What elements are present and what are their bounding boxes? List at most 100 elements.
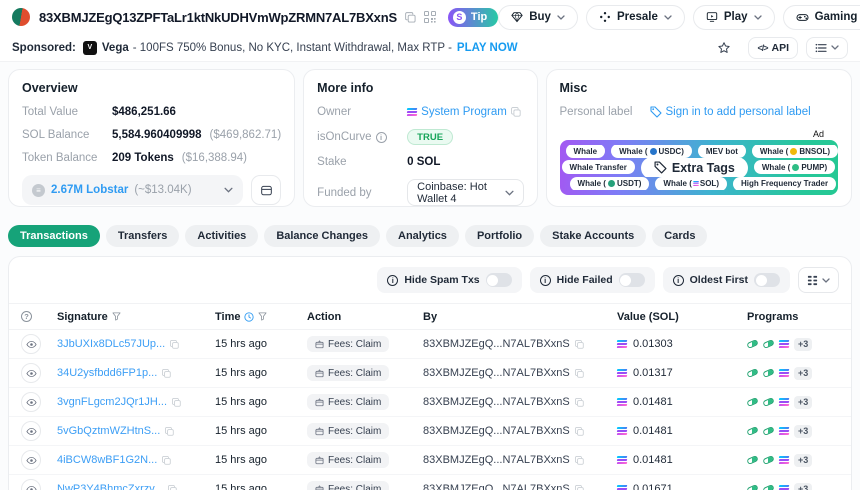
owner-link[interactable]: System Program bbox=[421, 106, 507, 118]
preview-eye-button[interactable] bbox=[21, 334, 41, 354]
preview-eye-button[interactable] bbox=[21, 363, 41, 383]
copy-by-icon[interactable] bbox=[575, 398, 584, 407]
tab-transfers[interactable]: Transfers bbox=[106, 225, 180, 247]
copy-signature-icon[interactable] bbox=[168, 485, 177, 490]
program-capsule-icon[interactable] bbox=[746, 339, 758, 349]
program-capsule-icon[interactable] bbox=[762, 484, 774, 490]
copy-signature-icon[interactable] bbox=[162, 456, 171, 465]
toggle-switch[interactable] bbox=[486, 273, 512, 287]
signature-link[interactable]: 3vgnFLgcm2JQr1JH... bbox=[57, 396, 167, 408]
tab-transactions[interactable]: Transactions bbox=[8, 225, 100, 247]
signature-link[interactable]: 3JbUXIx8DLc57JUp... bbox=[57, 338, 165, 350]
extra-tags-ad-banner[interactable]: WhaleWhale (USDC)MEV botWhale (BNSOL)Wha… bbox=[560, 140, 838, 195]
transaction-row: 34U2ysfbdd6FP1p... 15 hrs ago Fees: Clai… bbox=[9, 359, 851, 388]
solana-program-icon[interactable] bbox=[779, 398, 789, 407]
nav-gaming-button[interactable]: Gaming bbox=[783, 5, 860, 30]
copy-signature-icon[interactable] bbox=[170, 340, 179, 349]
by-address[interactable]: 83XBMJZEgQ...N7AL7BXxnS bbox=[423, 396, 570, 408]
copy-by-icon[interactable] bbox=[575, 340, 584, 349]
qr-code-icon[interactable] bbox=[424, 11, 436, 23]
signature-link[interactable]: 4iBCW8wBF1G2N... bbox=[57, 454, 157, 466]
tag-icon bbox=[654, 161, 667, 174]
col-action: Action bbox=[307, 311, 423, 323]
view-options-button[interactable] bbox=[806, 37, 848, 59]
more-programs-badge: +3 bbox=[794, 367, 812, 380]
by-address[interactable]: 83XBMJZEgQ...N7AL7BXxnS bbox=[423, 425, 570, 437]
signature-link[interactable]: 5vGbQztmWZHtnS... bbox=[57, 425, 160, 437]
solana-bars-icon bbox=[407, 108, 417, 117]
gamepad-icon bbox=[796, 11, 809, 24]
preview-eye-button[interactable] bbox=[21, 392, 41, 412]
view-portfolio-button[interactable] bbox=[251, 175, 281, 205]
copy-signature-icon[interactable] bbox=[162, 369, 171, 378]
solana-program-icon[interactable] bbox=[779, 340, 789, 349]
solana-bars-icon bbox=[617, 427, 627, 436]
toggle-switch[interactable] bbox=[619, 273, 645, 287]
play-now-link[interactable]: PLAY NOW bbox=[457, 42, 518, 54]
solana-program-icon[interactable] bbox=[779, 456, 789, 465]
ad-tag-pill: Whale (SOL) bbox=[655, 177, 727, 190]
value-sol: 0.01481 bbox=[633, 396, 673, 408]
table-settings-button[interactable] bbox=[798, 267, 839, 293]
sol-balance: 5,584.960409998 bbox=[112, 129, 202, 141]
filter-oldest-first: i Oldest First bbox=[663, 267, 790, 293]
toggle-switch[interactable] bbox=[754, 273, 780, 287]
ad-tag-pill: Whale (USDT) bbox=[570, 177, 650, 190]
copy-signature-icon[interactable] bbox=[165, 427, 174, 436]
by-address[interactable]: 83XBMJZEgQ...N7AL7BXxnS bbox=[423, 367, 570, 379]
program-capsule-icon[interactable] bbox=[746, 397, 758, 407]
value-sol: 0.01303 bbox=[633, 338, 673, 350]
program-capsule-icon[interactable] bbox=[762, 455, 774, 465]
program-capsule-icon[interactable] bbox=[762, 397, 774, 407]
overview-card: Overview Total Value $486,251.66 SOL Bal… bbox=[8, 69, 295, 207]
by-address[interactable]: 83XBMJZEgQ...N7AL7BXxnS bbox=[423, 338, 570, 350]
copy-by-icon[interactable] bbox=[575, 369, 584, 378]
program-capsule-icon[interactable] bbox=[762, 339, 774, 349]
program-capsule-icon[interactable] bbox=[746, 484, 758, 490]
program-capsule-icon[interactable] bbox=[746, 455, 758, 465]
filter-funnel-icon[interactable] bbox=[112, 312, 121, 321]
preview-eye-button[interactable] bbox=[21, 450, 41, 470]
nav-presale-button[interactable]: Presale bbox=[586, 5, 685, 30]
preview-eye-button[interactable] bbox=[21, 421, 41, 441]
copy-address-icon[interactable] bbox=[405, 12, 416, 23]
nav-buy-button[interactable]: Buy bbox=[498, 5, 578, 30]
solana-program-icon[interactable] bbox=[779, 369, 789, 378]
tab-stake-accounts[interactable]: Stake Accounts bbox=[540, 225, 646, 247]
solana-program-icon[interactable] bbox=[779, 427, 789, 436]
token-selector-dropdown[interactable]: ≡ 2.67M Lobstar (~$13.04K) bbox=[22, 175, 243, 205]
by-address[interactable]: 83XBMJZEgQ...N7AL7BXxnS bbox=[423, 454, 570, 466]
program-capsule-icon[interactable] bbox=[746, 426, 758, 436]
copy-signature-icon[interactable] bbox=[172, 398, 181, 407]
funded-by-dropdown[interactable]: Coinbase: Hot Wallet 4 bbox=[407, 179, 523, 206]
sign-in-personal-label-link[interactable]: Sign in to add personal label bbox=[666, 106, 811, 118]
solana-program-icon[interactable] bbox=[779, 485, 789, 490]
copy-owner-icon[interactable] bbox=[511, 107, 521, 117]
program-capsule-icon[interactable] bbox=[746, 368, 758, 378]
tab-cards[interactable]: Cards bbox=[652, 225, 707, 247]
nav-play-button[interactable]: Play bbox=[693, 5, 775, 30]
signature-link[interactable]: NwP3Y4BhmcZxrzv... bbox=[57, 483, 163, 490]
tab-analytics[interactable]: Analytics bbox=[386, 225, 459, 247]
preview-eye-button[interactable] bbox=[21, 479, 41, 490]
filter-funnel-icon[interactable] bbox=[258, 312, 267, 321]
program-capsule-icon[interactable] bbox=[762, 368, 774, 378]
copy-by-icon[interactable] bbox=[575, 456, 584, 465]
program-capsule-icon[interactable] bbox=[762, 426, 774, 436]
table-filters: i Hide Spam Txs i Hide Failed i Oldest F… bbox=[9, 257, 851, 303]
copy-by-icon[interactable] bbox=[575, 427, 584, 436]
col-time[interactable]: Time bbox=[215, 311, 240, 323]
tab-activities[interactable]: Activities bbox=[185, 225, 258, 247]
by-address[interactable]: 83XBMJZEgQ...N7AL7BXxnS bbox=[423, 483, 570, 490]
favorite-star-button[interactable] bbox=[708, 37, 740, 59]
tab-balance-changes[interactable]: Balance Changes bbox=[264, 225, 380, 247]
copy-by-icon[interactable] bbox=[575, 485, 584, 490]
signature-link[interactable]: 34U2ysfbdd6FP1p... bbox=[57, 367, 157, 379]
value-sol: 0.01671 bbox=[633, 483, 673, 490]
more-programs-badge: +3 bbox=[794, 425, 812, 438]
tab-portfolio[interactable]: Portfolio bbox=[465, 225, 534, 247]
time-cell: 15 hrs ago bbox=[215, 338, 307, 350]
claim-icon bbox=[315, 398, 324, 407]
tip-button[interactable]: S Tip bbox=[448, 8, 498, 27]
api-button[interactable]: </> API bbox=[748, 37, 798, 59]
